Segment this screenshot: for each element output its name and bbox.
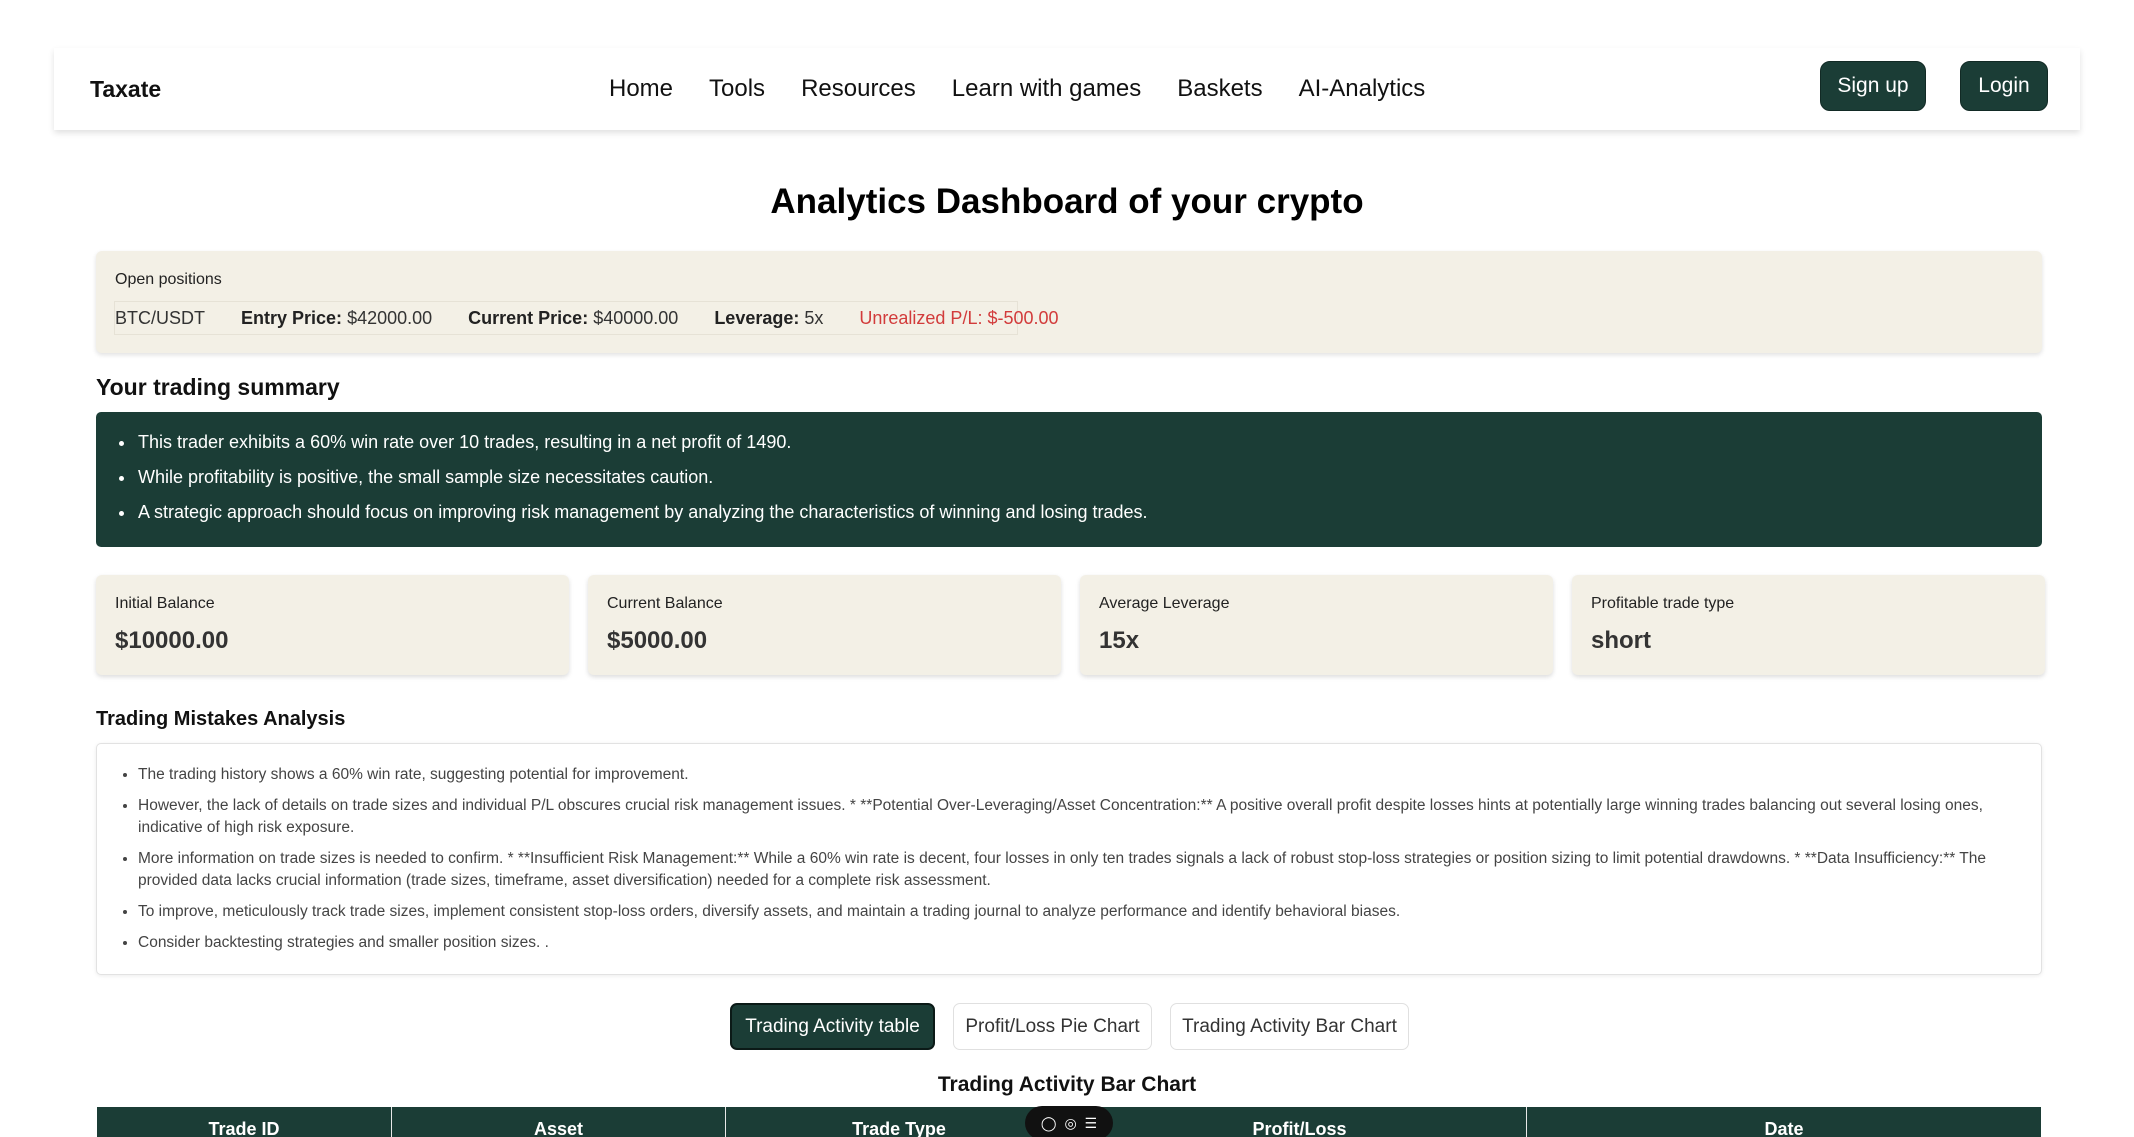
- stat-card-profitable-trade-type: Profitable trade type short: [1572, 575, 2045, 675]
- tab-trading-activity-bar-chart[interactable]: Trading Activity Bar Chart: [1170, 1003, 1409, 1050]
- mistake-item: To improve, meticulously track trade siz…: [138, 901, 2011, 923]
- open-positions-label: Open positions: [115, 271, 222, 288]
- position-row: BTC/USDT Entry Price: $42000.00 Current …: [114, 301, 1059, 335]
- stat-card-current-balance: Current Balance $5000.00: [588, 575, 1061, 675]
- stat-value: $5000.00: [607, 627, 708, 654]
- entry-price-label: Entry Price:: [241, 307, 343, 328]
- mistake-item: Consider backtesting strategies and smal…: [138, 932, 2011, 954]
- section-title: Trading Activity Bar Chart: [937, 1073, 1197, 1096]
- summary-box: This trader exhibits a 60% win rate over…: [96, 412, 2042, 547]
- stat-label: Profitable trade type: [1591, 595, 1735, 612]
- column-header-trade-id[interactable]: Trade ID: [97, 1107, 392, 1137]
- nav-link-learn-with-games[interactable]: Learn with games: [952, 75, 1141, 103]
- stat-label: Initial Balance: [115, 595, 215, 612]
- navbar: Taxate Home Tools Resources Learn with g…: [54, 48, 2080, 130]
- stat-value: 15x: [1099, 627, 1140, 654]
- floating-toolbar[interactable]: ◯ ◎ ☰: [1025, 1106, 1113, 1137]
- signup-button[interactable]: Sign up: [1820, 61, 1926, 111]
- unrealized-pl: Unrealized P/L: $-500.00: [859, 307, 1059, 328]
- stat-card-initial-balance: Initial Balance $10000.00: [96, 575, 569, 675]
- column-header-profit-loss[interactable]: Profit/Loss: [1073, 1107, 1527, 1137]
- chat-icon[interactable]: ◯: [1041, 1115, 1057, 1132]
- summary-item: A strategic approach should focus on imp…: [136, 502, 2042, 523]
- mistake-item: However, the lack of details on trade si…: [138, 795, 2011, 839]
- position-current: Current Price: $40000.00: [468, 308, 696, 329]
- stat-value: short: [1591, 627, 1651, 654]
- nav-link-ai-analytics[interactable]: AI-Analytics: [1299, 75, 1426, 103]
- stat-card-average-leverage: Average Leverage 15x: [1080, 575, 1553, 675]
- position-pair: BTC/USDT: [115, 307, 205, 328]
- column-header-date[interactable]: Date: [1527, 1107, 2041, 1137]
- mistakes-heading: Trading Mistakes Analysis: [96, 708, 346, 730]
- brand-logo[interactable]: Taxate: [90, 76, 161, 103]
- stat-label: Current Balance: [607, 595, 723, 612]
- page-title: Analytics Dashboard of your crypto: [770, 182, 1364, 221]
- menu-icon[interactable]: ☰: [1085, 1115, 1098, 1132]
- nav-link-tools[interactable]: Tools: [709, 75, 765, 103]
- tab-profit-loss-pie-chart[interactable]: Profit/Loss Pie Chart: [953, 1003, 1152, 1050]
- mistakes-list: The trading history shows a 60% win rate…: [138, 764, 2011, 954]
- mistakes-box: The trading history shows a 60% win rate…: [96, 743, 2042, 975]
- current-price-value: $40000.00: [593, 307, 679, 328]
- nav-link-resources[interactable]: Resources: [801, 75, 916, 103]
- nav-links: Home Tools Resources Learn with games Ba…: [609, 48, 1461, 130]
- leverage-value: 5x: [804, 307, 824, 328]
- position-entry: Entry Price: $42000.00: [241, 308, 450, 329]
- summary-list: This trader exhibits a 60% win rate over…: [136, 432, 2042, 523]
- current-price-label: Current Price:: [468, 307, 589, 328]
- summary-item: This trader exhibits a 60% win rate over…: [136, 432, 2042, 453]
- nav-link-home[interactable]: Home: [609, 75, 673, 103]
- column-header-asset[interactable]: Asset: [392, 1107, 726, 1137]
- nav-link-baskets[interactable]: Baskets: [1177, 75, 1262, 103]
- position-leverage: Leverage: 5x: [714, 308, 841, 329]
- stat-value: $10000.00: [115, 627, 229, 654]
- open-positions-card: Open positions BTC/USDT Entry Price: $42…: [96, 251, 2042, 353]
- tab-trading-activity-table[interactable]: Trading Activity table: [730, 1003, 935, 1050]
- view-icon[interactable]: ◎: [1064, 1115, 1076, 1132]
- summary-item: While profitability is positive, the sma…: [136, 467, 2042, 488]
- login-button[interactable]: Login: [1960, 61, 2048, 111]
- entry-price-value: $42000.00: [347, 307, 433, 328]
- mistake-item: More information on trade sizes is neede…: [138, 848, 2011, 892]
- mistake-item: The trading history shows a 60% win rate…: [138, 764, 2011, 786]
- column-header-trade-type[interactable]: Trade Type: [726, 1107, 1073, 1137]
- summary-heading: Your trading summary: [96, 374, 340, 400]
- leverage-label: Leverage:: [714, 307, 800, 328]
- stat-label: Average Leverage: [1099, 595, 1230, 612]
